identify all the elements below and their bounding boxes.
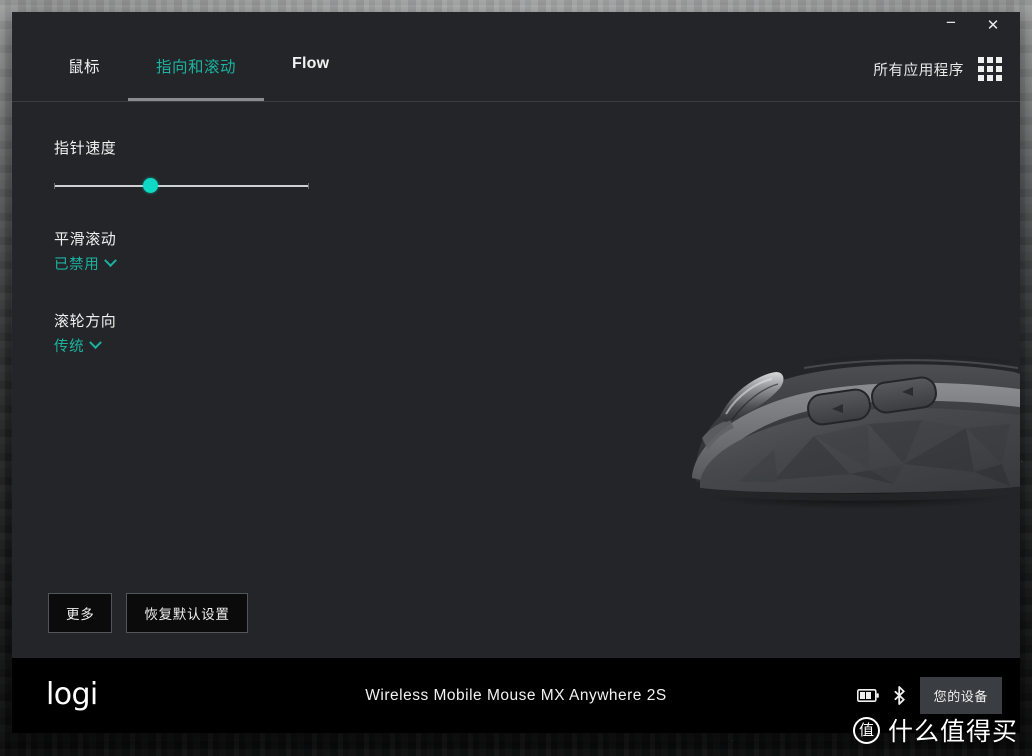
setting-scroll-direction: 滚轮方向 传统 bbox=[54, 310, 474, 356]
tab-flow[interactable]: Flow bbox=[264, 50, 357, 101]
tab-bar: 鼠标 指向和滚动 Flow 所有应用程序 bbox=[12, 38, 1020, 101]
mouse-product-image bbox=[692, 354, 1020, 508]
chevron-down-icon[interactable] bbox=[104, 254, 118, 268]
status-bar-right: 您的设备 bbox=[856, 677, 1002, 714]
smooth-scrolling-label: 平滑滚动 bbox=[54, 231, 117, 248]
pointer-speed-label: 指针速度 bbox=[54, 140, 117, 157]
smooth-scrolling-dropdown[interactable]: 已禁用 bbox=[54, 253, 118, 274]
scroll-direction-label: 滚轮方向 bbox=[54, 313, 117, 330]
pointer-speed-slider[interactable] bbox=[54, 175, 309, 197]
status-bar: logi Wireless Mobile Mouse MX Anywhere 2… bbox=[12, 658, 1020, 733]
slider-tick-min bbox=[54, 183, 55, 189]
smooth-scrolling-value: 已禁用 bbox=[54, 257, 100, 273]
slider-tick-max bbox=[308, 183, 309, 189]
setting-pointer-speed: 指针速度 bbox=[54, 137, 474, 197]
chevron-down-icon[interactable] bbox=[89, 336, 103, 350]
more-button[interactable]: 更多 bbox=[48, 593, 113, 633]
your-device-button[interactable]: 您的设备 bbox=[919, 677, 1002, 714]
logi-logo: logi bbox=[46, 676, 98, 712]
close-button[interactable]: ✕ bbox=[980, 14, 1006, 36]
action-buttons: 更多 恢复默认设置 bbox=[48, 593, 248, 633]
apps-grid-icon[interactable] bbox=[978, 57, 1002, 81]
titlebar: − ✕ bbox=[12, 12, 1020, 38]
scroll-direction-dropdown[interactable]: 传统 bbox=[54, 335, 103, 356]
tab-point-and-scroll[interactable]: 指向和滚动 bbox=[128, 50, 265, 101]
bluetooth-icon bbox=[894, 686, 905, 705]
setting-smooth-scrolling: 平滑滚动 已禁用 bbox=[54, 228, 474, 274]
minimize-button[interactable]: − bbox=[938, 14, 964, 36]
thumb-buttons bbox=[807, 376, 937, 426]
screen: − ✕ 鼠标 指向和滚动 Flow 所有应用程序 指针速度 平滑滚动 已禁用 滚… bbox=[0, 0, 1032, 756]
slider-handle[interactable] bbox=[143, 178, 159, 193]
slider-track bbox=[54, 185, 309, 187]
all-applications-button[interactable]: 所有应用程序 bbox=[873, 50, 1020, 81]
battery-icon bbox=[856, 689, 879, 702]
tab-mouse[interactable]: 鼠标 bbox=[40, 50, 128, 101]
settings-list: 指针速度 平滑滚动 已禁用 滚轮方向 传统 bbox=[54, 137, 474, 356]
scroll-wheel bbox=[719, 372, 784, 422]
logitech-options-window: − ✕ 鼠标 指向和滚动 Flow 所有应用程序 指针速度 平滑滚动 已禁用 滚… bbox=[12, 12, 1020, 733]
all-applications-label: 所有应用程序 bbox=[873, 62, 964, 79]
scroll-direction-value: 传统 bbox=[54, 339, 85, 355]
content-area: 指针速度 平滑滚动 已禁用 滚轮方向 传统 更多 恢复默认设置 bbox=[12, 102, 1020, 658]
restore-defaults-button[interactable]: 恢复默认设置 bbox=[126, 593, 248, 633]
